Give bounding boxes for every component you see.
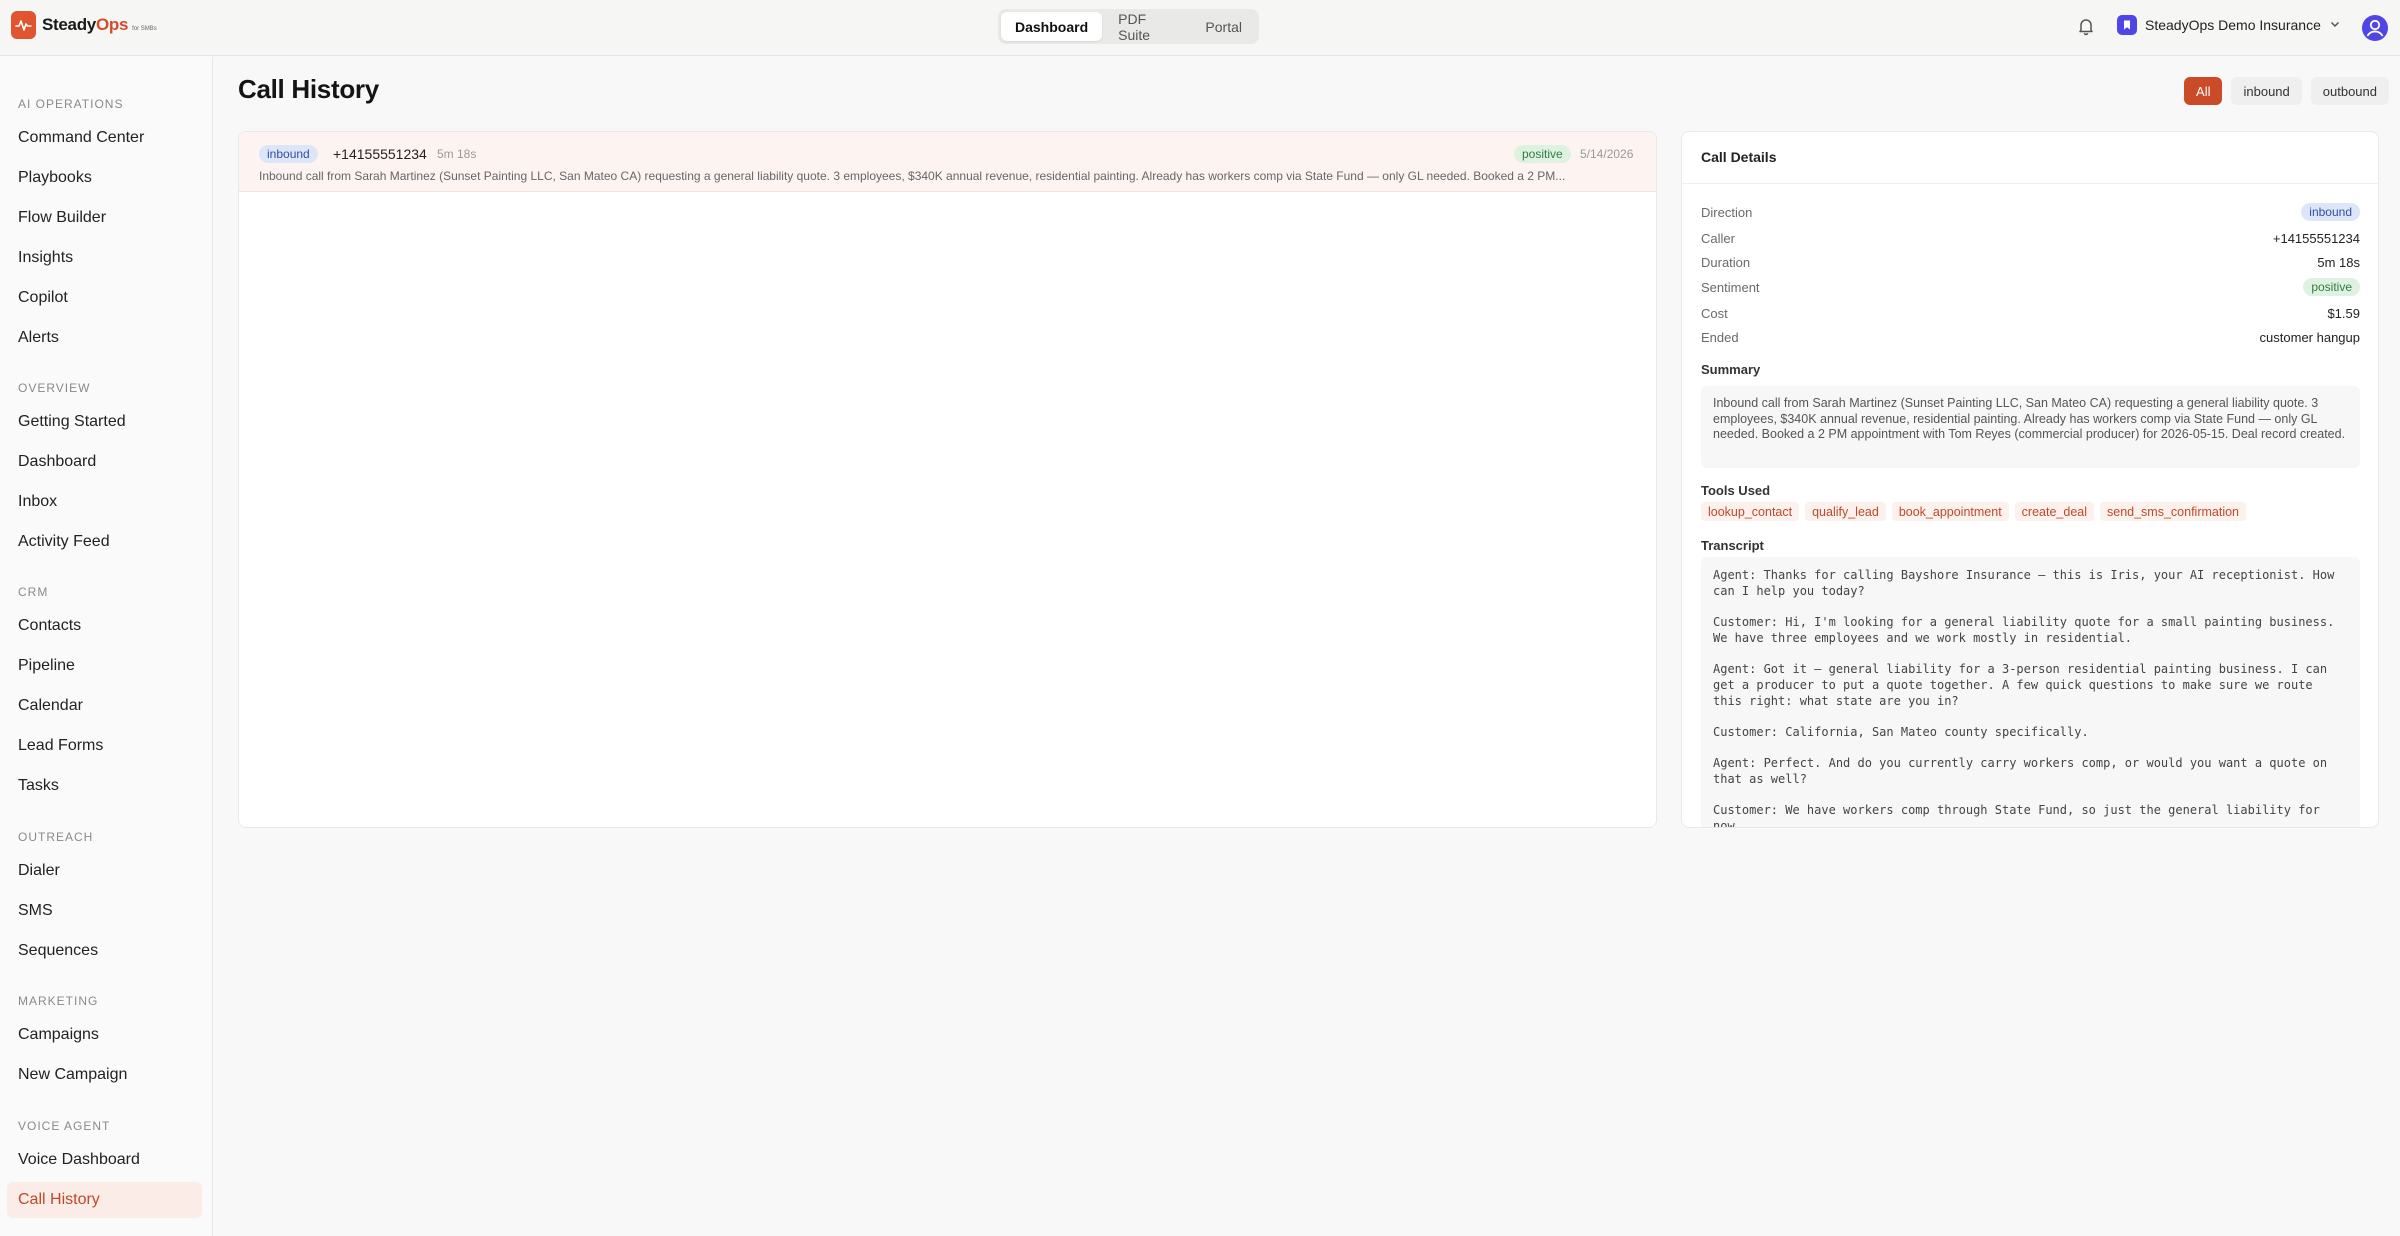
sidebar-item-pipeline[interactable]: Pipeline	[7, 648, 202, 684]
sentiment-badge: positive	[1514, 145, 1571, 163]
sidebar-item-campaigns[interactable]: Campaigns	[7, 1017, 202, 1053]
sidebar-item-dashboard[interactable]: Dashboard	[7, 444, 202, 480]
sidebar-item-command-center[interactable]: Command Center	[7, 120, 202, 156]
top-nav: Dashboard PDF Suite Portal	[998, 9, 1259, 44]
sentiment-badge: positive	[2303, 278, 2360, 296]
detail-cost: Cost $1.59	[1701, 303, 2360, 323]
transcript-line: Customer: We have workers comp through S…	[1713, 803, 2320, 828]
top-bar: SteadyOps for SMBs Dashboard PDF Suite P…	[0, 0, 2400, 56]
chevron-down-icon	[2329, 17, 2341, 33]
tool-tag: qualify_lead	[1805, 502, 1886, 521]
section-voice-agent: VOICE AGENT	[18, 1119, 111, 1133]
detail-label: Duration	[1701, 254, 1751, 270]
summary-text: Inbound call from Sarah Martinez (Sunset…	[1701, 386, 2360, 468]
sidebar-item-call-history[interactable]: Call History	[7, 1182, 202, 1218]
direction-filter: All inbound outbound	[2184, 77, 2389, 105]
filter-inbound[interactable]: inbound	[2231, 77, 2302, 105]
transcript-box[interactable]: Agent: Thanks for calling Bayshore Insur…	[1701, 557, 2360, 828]
sidebar: AI OPERATIONS Command Center Playbooks F…	[0, 57, 213, 1236]
detail-sentiment: Sentiment positive	[1701, 277, 2360, 297]
tab-dashboard[interactable]: Dashboard	[1001, 12, 1103, 41]
section-crm: CRM	[18, 585, 49, 599]
call-phone: +14155551234	[333, 146, 427, 162]
tool-tag: send_sms_confirmation	[2100, 502, 2247, 521]
brand-logo[interactable]: SteadyOps for SMBs	[11, 11, 157, 39]
detail-value: +14155551234	[2272, 230, 2360, 246]
direction-badge: inbound	[2301, 203, 2360, 221]
sidebar-item-playbooks[interactable]: Playbooks	[7, 160, 202, 196]
details-title: Call Details	[1682, 132, 2378, 184]
detail-duration: Duration 5m 18s	[1701, 252, 2360, 272]
section-outreach: OUTREACH	[18, 830, 94, 844]
section-ai-operations: AI OPERATIONS	[18, 97, 124, 111]
pulse-icon	[11, 11, 36, 39]
sidebar-item-new-campaign[interactable]: New Campaign	[7, 1057, 202, 1093]
call-duration: 5m 18s	[437, 147, 477, 161]
sidebar-item-contacts[interactable]: Contacts	[7, 608, 202, 644]
summary-heading: Summary	[1701, 362, 1761, 377]
sidebar-item-voice-dashboard[interactable]: Voice Dashboard	[7, 1142, 202, 1178]
transcript-line: Customer: Hi, I'm looking for a general …	[1713, 615, 2335, 645]
sidebar-item-lead-forms[interactable]: Lead Forms	[7, 728, 202, 764]
detail-label: Caller	[1701, 230, 1735, 246]
bell-icon[interactable]	[2076, 16, 2096, 36]
call-list: inbound +14155551234 5m 18s positive 5/1…	[238, 131, 1657, 828]
tools-heading: Tools Used	[1701, 483, 1771, 498]
org-switcher[interactable]: SteadyOps Demo Insurance	[2117, 15, 2341, 35]
sidebar-item-dialer[interactable]: Dialer	[7, 853, 202, 889]
tool-tag: create_deal	[2014, 502, 2094, 521]
direction-badge: inbound	[259, 145, 318, 163]
page-title: Call History	[238, 74, 379, 104]
transcript-line: Agent: Thanks for calling Bayshore Insur…	[1713, 568, 2335, 598]
sidebar-item-alerts[interactable]: Alerts	[7, 320, 202, 356]
sidebar-item-activity-feed[interactable]: Activity Feed	[7, 524, 202, 560]
sidebar-item-flow-builder[interactable]: Flow Builder	[7, 200, 202, 236]
transcript-line: Agent: Got it — general liability for a …	[1713, 662, 2328, 708]
tools-list: lookup_contact qualify_lead book_appoint…	[1701, 502, 2247, 521]
sidebar-item-sequences[interactable]: Sequences	[7, 933, 202, 969]
sidebar-item-insights[interactable]: Insights	[7, 240, 202, 276]
call-details-panel: Call Details Direction inbound Caller +1…	[1681, 131, 2379, 828]
transcript-line: Agent: Perfect. And do you currently car…	[1713, 756, 2328, 787]
sidebar-item-copilot[interactable]: Copilot	[7, 280, 202, 316]
user-avatar[interactable]	[2362, 15, 2388, 41]
tab-portal[interactable]: Portal	[1191, 12, 1256, 41]
brand-tagline: for SMBs	[132, 26, 157, 32]
detail-label: Ended	[1701, 329, 1739, 345]
detail-direction: Direction inbound	[1701, 202, 2360, 222]
detail-label: Sentiment	[1701, 279, 1760, 295]
detail-label: Direction	[1701, 204, 1753, 220]
section-marketing: MARKETING	[18, 994, 99, 1008]
detail-label: Cost	[1701, 305, 1728, 321]
org-name: SteadyOps Demo Insurance	[2145, 17, 2321, 33]
transcript-heading: Transcript	[1701, 538, 1764, 553]
detail-ended: Ended customer hangup	[1701, 327, 2360, 347]
detail-value: customer hangup	[2259, 329, 2360, 345]
tab-pdf-suite[interactable]: PDF Suite	[1104, 11, 1189, 43]
detail-value: $1.59	[2327, 305, 2360, 321]
filter-all[interactable]: All	[2184, 77, 2223, 105]
sidebar-item-getting-started[interactable]: Getting Started	[7, 404, 202, 440]
detail-caller: Caller +14155551234	[1701, 228, 2360, 248]
tool-tag: lookup_contact	[1701, 502, 1800, 521]
detail-value: 5m 18s	[2317, 254, 2360, 270]
sidebar-item-tasks[interactable]: Tasks	[7, 768, 202, 804]
tool-tag: book_appointment	[1891, 502, 2009, 521]
call-row[interactable]: inbound +14155551234 5m 18s positive 5/1…	[239, 132, 1656, 192]
call-date: 5/14/2026	[1580, 147, 1634, 161]
sidebar-item-calendar[interactable]: Calendar	[7, 688, 202, 724]
sidebar-item-sms[interactable]: SMS	[7, 893, 202, 929]
brand-name: SteadyOps	[42, 15, 129, 34]
section-overview: OVERVIEW	[18, 381, 91, 395]
call-summary: Inbound call from Sarah Martinez (Sunset…	[259, 169, 1566, 183]
org-icon	[2117, 15, 2137, 35]
transcript-line: Customer: California, San Mateo county s…	[1713, 724, 2089, 739]
sidebar-item-inbox[interactable]: Inbox	[7, 484, 202, 520]
filter-outbound[interactable]: outbound	[2310, 77, 2389, 105]
